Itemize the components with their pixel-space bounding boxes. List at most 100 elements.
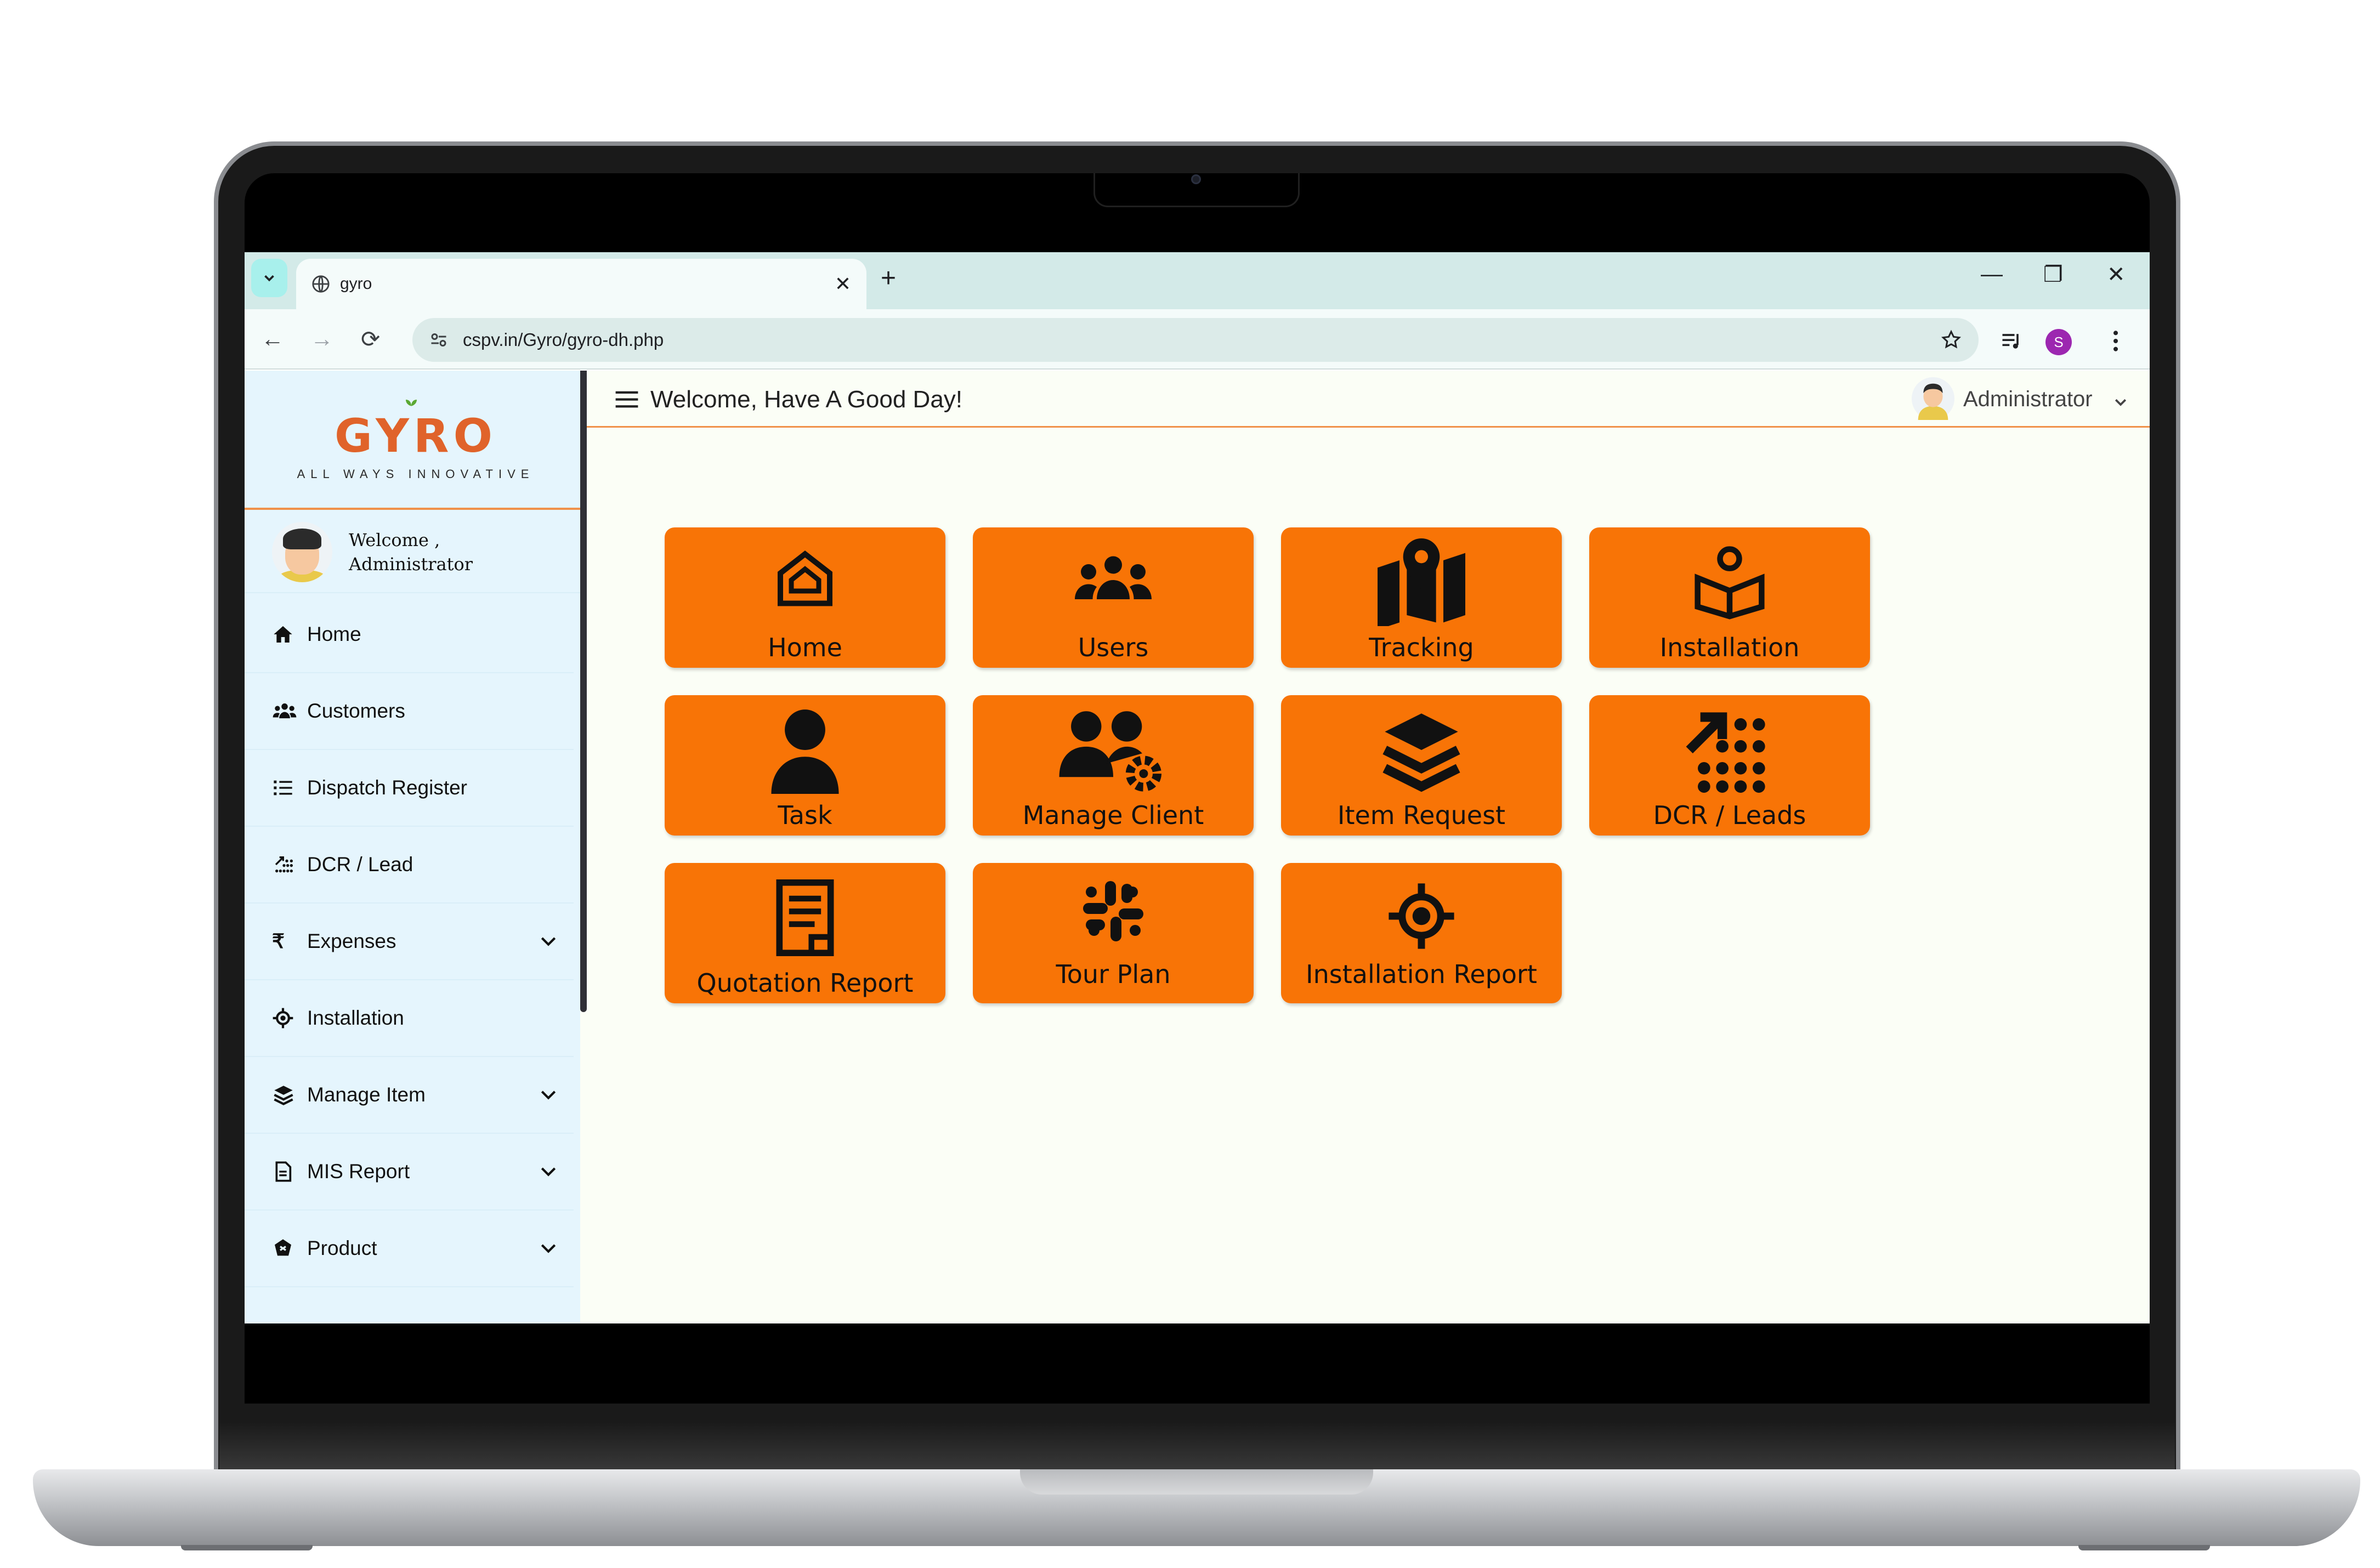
welcome-username: Administrator (349, 554, 473, 575)
sidebar-item-home[interactable]: Home (245, 596, 574, 673)
sidebar-item-label: Installation (307, 1007, 404, 1029)
home-icon (778, 550, 832, 606)
arrow-dots-icon (1686, 712, 1765, 793)
sidebar-item-label: Manage Item (307, 1083, 426, 1106)
chevron-down-icon[interactable] (2112, 394, 2129, 410)
sidebar-item-label: Expenses (307, 930, 396, 952)
browser-tab[interactable]: gyro ✕ (296, 259, 866, 309)
welcome-greeting: Welcome , (349, 530, 440, 550)
minimize-icon[interactable]: — (1981, 262, 2003, 287)
sidebar-scrollbar[interactable] (580, 371, 587, 1012)
sidebar-item-dcr-lead[interactable]: DCR / Lead (245, 827, 574, 904)
installation-icon (1695, 546, 1765, 620)
target-icon (273, 1008, 293, 1029)
screen: gyro ✕ + — ❐ ✕ ← → ⟳ cspv.in/Gyro/gyro-d… (245, 252, 2150, 1323)
sidebar-item-label: Home (307, 623, 361, 645)
tab-close-icon[interactable]: ✕ (835, 272, 851, 296)
list-icon (274, 780, 292, 796)
tile-label: Users (1078, 633, 1149, 662)
restore-icon[interactable]: ❐ (2043, 262, 2063, 287)
tile-label: Installation Report (1306, 959, 1537, 989)
chevron-down-icon[interactable] (537, 1160, 559, 1182)
sidebar-item-expenses[interactable]: ₹ Expenses (245, 904, 574, 980)
tile-item-request[interactable]: Item Request (1281, 695, 1562, 836)
reload-icon[interactable]: ⟳ (361, 326, 380, 353)
tile-dcr-leads[interactable]: DCR / Leads (1589, 695, 1870, 836)
sidebar-item-manage-item[interactable]: Manage Item (245, 1057, 574, 1134)
tile-label: Task (778, 800, 832, 830)
logo[interactable]: GYRO ALL WAYS INNOVATIVE (245, 371, 587, 510)
back-icon[interactable]: ← (261, 326, 284, 352)
browser-toolbar: ← → ⟳ cspv.in/Gyro/gyro-dh.php S (245, 309, 2150, 370)
kebab-menu-icon[interactable] (2110, 329, 2121, 353)
layers-icon (1382, 713, 1460, 792)
tile-label: Home (768, 633, 842, 662)
person-icon (771, 709, 839, 794)
sidebar-item-product[interactable]: Product (245, 1211, 574, 1287)
welcome-panel: Welcome , Administrator (245, 512, 580, 593)
forward-icon[interactable]: → (310, 326, 333, 352)
hamburger-menu-icon[interactable] (615, 390, 638, 409)
tile-quotation-report[interactable]: Quotation Report (665, 863, 945, 1003)
sidebar-item-dispatch-register[interactable]: Dispatch Register (245, 750, 574, 827)
chevron-down-icon (264, 275, 274, 282)
chevron-down-icon[interactable] (537, 1083, 559, 1105)
bookmark-star-icon[interactable] (1940, 329, 1962, 351)
users-icon (273, 703, 297, 719)
sidebar: GYRO ALL WAYS INNOVATIVE Welcome , Admin… (245, 371, 587, 1323)
tile-label: Manage Client (1022, 800, 1204, 830)
rupee-icon: ₹ (272, 930, 285, 952)
user-menu-name[interactable]: Administrator (1963, 387, 2093, 412)
tile-installation[interactable]: Installation (1589, 527, 1870, 668)
slack-icon (1083, 881, 1143, 941)
users-icon (1075, 556, 1152, 599)
sidebar-menu: Home Customers Dispatch Register DCR / L… (245, 596, 574, 1287)
url-text: cspv.in/Gyro/gyro-dh.php (463, 329, 664, 350)
avatar (272, 522, 332, 582)
tile-label: Quotation Report (696, 968, 914, 998)
globe-icon (312, 275, 330, 293)
tile-tour-plan[interactable]: Tour Plan (973, 863, 1254, 1003)
page-title: Welcome, Have A Good Day! (650, 386, 963, 413)
close-window-icon[interactable]: ✕ (2107, 262, 2126, 287)
chevron-down-icon[interactable] (537, 1237, 559, 1259)
tile-label: Item Request (1337, 800, 1506, 830)
users-gear-icon (1059, 711, 1161, 792)
home-icon (274, 626, 292, 643)
tab-search-button[interactable] (251, 259, 287, 297)
tile-label: DCR / Leads (1653, 800, 1806, 830)
tile-label: Tracking (1369, 633, 1474, 662)
new-tab-button[interactable]: + (881, 263, 896, 293)
chart-dots-icon (275, 856, 293, 873)
sidebar-item-label: Product (307, 1237, 377, 1259)
sidebar-item-label: MIS Report (307, 1160, 410, 1183)
tile-users[interactable]: Users (973, 527, 1254, 668)
page-header: Welcome, Have A Good Day! Administrator (587, 371, 2150, 428)
layers-icon (274, 1086, 293, 1105)
target-icon (1389, 883, 1454, 949)
logo-tagline: ALL WAYS INNOVATIVE (297, 467, 535, 481)
site-settings-icon (431, 333, 446, 346)
profile-avatar[interactable]: S (2045, 329, 2072, 355)
tile-task[interactable]: Task (665, 695, 945, 836)
sidebar-item-mis-report[interactable]: MIS Report (245, 1134, 574, 1211)
tile-tracking[interactable]: Tracking (1281, 527, 1562, 668)
tile-label: Installation (1659, 633, 1800, 662)
address-bar[interactable]: cspv.in/Gyro/gyro-dh.php (412, 318, 1979, 362)
map-icon (1378, 538, 1465, 626)
camera-icon (1191, 174, 1201, 184)
sidebar-item-customers[interactable]: Customers (245, 673, 574, 750)
tile-manage-client[interactable]: Manage Client (973, 695, 1254, 836)
document-icon (776, 879, 834, 956)
product-icon (275, 1239, 291, 1256)
document-icon (275, 1161, 292, 1182)
web-page: GYRO ALL WAYS INNOVATIVE Welcome , Admin… (245, 371, 2150, 1323)
laptop-foot (2078, 1545, 2210, 1550)
media-control-icon[interactable] (1999, 329, 2024, 353)
sidebar-item-installation[interactable]: Installation (245, 980, 574, 1057)
chevron-down-icon[interactable] (537, 930, 559, 952)
tile-installation-report[interactable]: Installation Report (1281, 863, 1562, 1003)
tile-home[interactable]: Home (665, 527, 945, 668)
user-avatar[interactable] (1912, 377, 1954, 420)
browser-tabbar: gyro ✕ + — ❐ ✕ (245, 252, 2150, 309)
